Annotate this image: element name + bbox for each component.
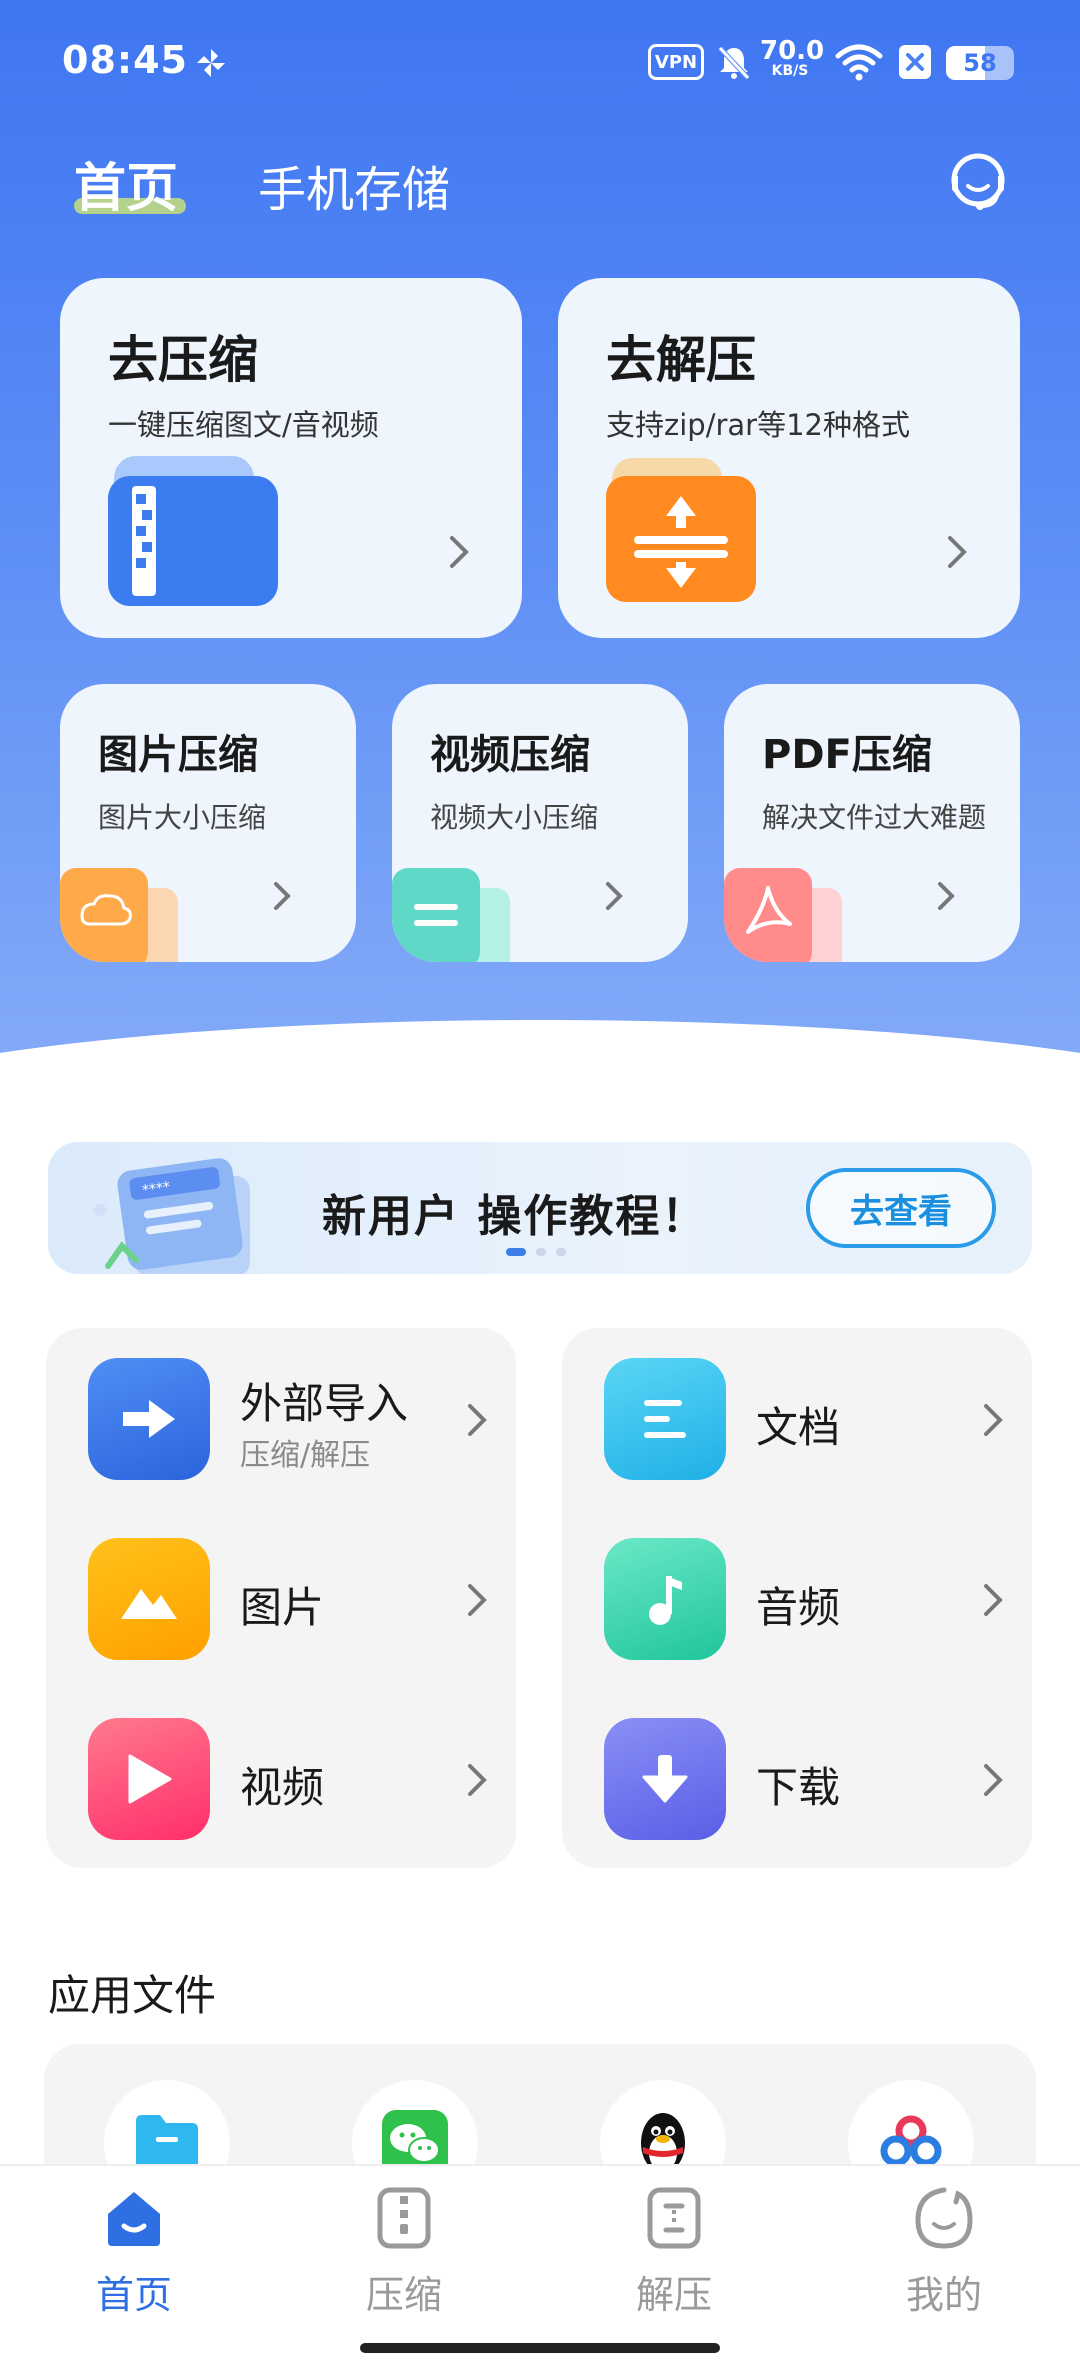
external-import-item[interactable]: 外部导入 压缩/解压 [88,1358,488,1482]
home-icon [108,2192,160,2246]
compress-card-title: 去压缩 [108,331,258,389]
music-note-icon [604,1538,726,1660]
videos-label: 视频 [240,1763,325,1812]
chevron-right-icon [984,1764,1003,1796]
view-tutorial-button[interactable]: 去查看 [806,1168,996,1248]
cloud-image-icon [60,868,178,962]
banner-page-dot [556,1248,566,1256]
videos-item[interactable]: 视频 [88,1718,488,1842]
hero-curve [0,1020,1080,1100]
net-speed-value: 70.0 [760,36,825,66]
nav-profile-label: 我的 [905,2273,982,2317]
decompress-card[interactable]: 去解压 支持zip/rar等12种格式 [558,278,1020,638]
quick-access-right-panel: 文档 音频 下载 [562,1328,1032,1868]
video-compress-title: 视频压缩 [430,732,590,778]
profile-face-icon [915,2187,973,2249]
pdf-compress-card[interactable]: PDF压缩 解决文件过大难题 [724,684,1020,962]
quick-access-left-panel: 外部导入 压缩/解压 图片 视频 [46,1328,516,1868]
external-import-sublabel: 压缩/解压 [240,1438,371,1473]
headset-icon[interactable] [940,142,1016,218]
nav-profile[interactable]: 我的 [844,2186,1044,2326]
nav-home[interactable]: 首页 [34,2186,234,2326]
chevron-right-icon [468,1584,487,1616]
mute-bell-icon [718,46,750,80]
gesture-home-bar[interactable] [360,2343,720,2353]
pdf-compress-subtitle: 解决文件过大难题 [762,801,987,834]
nav-compress-label: 压缩 [365,2273,442,2317]
image-compress-title: 图片压缩 [98,732,258,778]
nav-decompress[interactable]: 解压 [574,2186,774,2326]
documents-item[interactable]: 文档 [604,1358,1004,1482]
banner-page-dot [506,1248,526,1256]
chevron-right-icon [468,1764,487,1796]
video-compress-card[interactable]: 视频压缩 视频大小压缩 [392,684,688,962]
tab-home[interactable]: 首页 [74,146,178,221]
close-box-icon [899,45,931,79]
decompress-icon [647,2187,701,2249]
downloads-label: 下载 [756,1763,841,1812]
status-bar: 08:45 VPN 70.0 KB/S 58 [0,0,1080,110]
document-lines-icon [604,1358,726,1480]
nav-compress[interactable]: 压缩 [304,2186,504,2326]
chevron-right-icon [450,536,469,568]
banner-page-dots [506,1248,566,1256]
chevron-right-icon [984,1404,1003,1436]
status-time: 08:45 [62,38,188,82]
arrow-right-icon [88,1358,210,1480]
wifi-icon [835,44,883,81]
compress-card[interactable]: 去压缩 一键压缩图文/音视频 [60,278,522,638]
image-compress-card[interactable]: 图片压缩 图片大小压缩 [60,684,356,962]
external-import-label: 外部导入 [240,1379,409,1428]
nav-home-label: 首页 [95,2273,172,2317]
battery-level: 58 [963,49,997,77]
image-compress-subtitle: 图片大小压缩 [98,801,267,834]
compress-icon [377,2187,431,2249]
images-label: 图片 [240,1583,325,1632]
decompress-card-title: 去解压 [606,331,756,389]
pinwheel-icon [197,49,225,77]
battery-indicator: 58 [946,46,1014,80]
downloads-item[interactable]: 下载 [604,1718,1004,1842]
chevron-right-icon [606,882,623,910]
audio-label: 音频 [756,1583,841,1632]
chevron-right-icon [948,536,967,568]
mountain-image-icon [88,1538,210,1660]
banner-title: 新用户 操作教程！ [322,1191,708,1242]
compress-card-subtitle: 一键压缩图文/音视频 [108,408,379,442]
tutorial-document-illustration: **** [94,1158,250,1274]
pdf-icon [724,868,842,962]
net-speed-unit: KB/S [771,63,809,79]
vpn-badge: VPN [648,44,704,80]
chevron-right-icon [468,1404,487,1436]
banner-page-dot [536,1248,546,1256]
tab-phone-storage[interactable]: 手机存储 [258,150,450,220]
documents-label: 文档 [756,1403,841,1452]
chevron-right-icon [274,882,291,910]
play-icon [88,1718,210,1840]
net-speed: 70.0 KB/S [760,36,825,79]
video-doc-icon [392,868,510,962]
pdf-compress-title: PDF压缩 [762,732,932,778]
audio-item[interactable]: 音频 [604,1538,1004,1662]
zip-folder-icon [108,456,278,606]
images-item[interactable]: 图片 [88,1538,488,1662]
unzip-folder-icon [606,458,756,602]
decompress-card-subtitle: 支持zip/rar等12种格式 [606,408,910,442]
chevron-right-icon [984,1584,1003,1616]
video-compress-subtitle: 视频大小压缩 [430,801,599,834]
chevron-right-icon [938,882,955,910]
app-files-section-title: 应用文件 [48,1971,217,2020]
download-arrow-icon [604,1718,726,1840]
tutorial-banner[interactable]: **** 新用户 操作教程！ 去查看 [48,1142,1032,1274]
nav-decompress-label: 解压 [635,2273,712,2317]
